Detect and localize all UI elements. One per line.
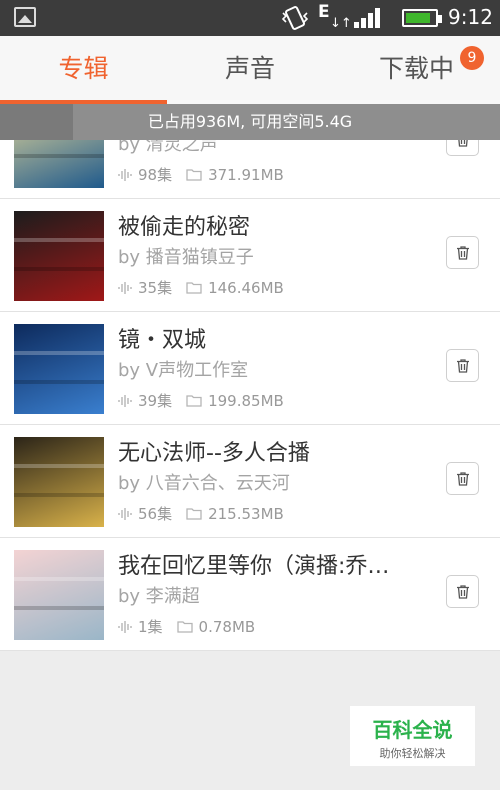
tab-sounds[interactable]: 声音 xyxy=(167,36,333,104)
storage-usage-bar: 已占用936M, 可用空间5.4G xyxy=(0,104,500,140)
episode-count: 1集 xyxy=(138,618,163,636)
clock: 9:12 xyxy=(448,5,493,29)
album-size: 199.85MB xyxy=(208,391,284,410)
delete-button[interactable] xyxy=(446,575,479,608)
audio-wave-icon xyxy=(118,394,132,407)
audio-wave-icon xyxy=(118,620,132,633)
album-row[interactable]: 无心法师--多人合播 by 八音六合、云天河 56集 215.53MB xyxy=(0,425,500,538)
album-author: by 李满超 xyxy=(118,586,200,607)
vibrate-icon xyxy=(281,6,309,30)
album-size: 215.53MB xyxy=(208,504,284,523)
tab-label: 专辑 xyxy=(58,54,109,83)
tab-label: 声音 xyxy=(224,54,275,83)
storage-text: 已占用936M, 可用空间5.4G xyxy=(147,112,353,131)
delete-button[interactable] xyxy=(446,462,479,495)
album-meta: 1集 0.78MB xyxy=(118,616,255,637)
album-row[interactable]: 镜・双城 by V声物工作室 39集 199.85MB xyxy=(0,312,500,425)
album-row[interactable]: 被偷走的秘密 by 播音猫镇豆子 35集 146.46MB xyxy=(0,199,500,312)
album-cover[interactable] xyxy=(14,324,104,414)
delete-button[interactable] xyxy=(446,349,479,382)
episode-count: 98集 xyxy=(138,166,173,184)
album-size: 371.91MB xyxy=(208,165,284,184)
tab-bar: 专辑 声音 下载中 xyxy=(0,36,500,104)
watermark-title: 百科全说 xyxy=(372,718,453,742)
network-activity-icon: ↓↑ xyxy=(330,16,352,31)
tab-label: 下载中 xyxy=(378,54,454,83)
album-meta: 39集 199.85MB xyxy=(118,390,284,411)
album-size: 146.46MB xyxy=(208,278,284,297)
album-meta: 35集 146.46MB xyxy=(118,277,284,298)
album-cover[interactable] xyxy=(14,437,104,527)
download-count-badge: 9 xyxy=(460,46,484,70)
album-title: 我在回忆里等你（演播:乔… xyxy=(118,554,390,579)
album-author: by 播音猫镇豆子 xyxy=(118,247,254,268)
episode-count: 56集 xyxy=(138,505,173,523)
gallery-icon xyxy=(14,7,36,27)
watermark-subtitle: 助你轻松解决 xyxy=(379,747,446,760)
audio-wave-icon xyxy=(118,507,132,520)
album-size: 0.78MB xyxy=(198,617,256,636)
watermark-logo: 百科全说 助你轻松解决 xyxy=(350,706,475,766)
audio-wave-icon xyxy=(118,168,132,181)
album-list[interactable]: by 清灵之声 98集 371.91MB 被偷走的秘密 by 播音猫镇豆子 35集 146.… xyxy=(0,88,500,656)
album-cover[interactable] xyxy=(14,211,104,301)
album-title: 被偷走的秘密 xyxy=(118,215,251,240)
album-author: by 八音六合、云天河 xyxy=(118,473,290,494)
battery-icon xyxy=(402,9,442,27)
album-meta: 98集 371.91MB xyxy=(118,164,284,185)
album-title: 无心法师--多人合播 xyxy=(118,441,310,466)
album-meta: 56集 215.53MB xyxy=(118,503,284,524)
folder-icon xyxy=(186,395,202,407)
album-cover[interactable] xyxy=(14,550,104,640)
album-row[interactable]: 我在回忆里等你（演播:乔… by 李满超 1集 0.78MB xyxy=(0,538,500,651)
folder-icon xyxy=(186,169,202,181)
episode-count: 35集 xyxy=(138,279,173,297)
folder-icon xyxy=(186,282,202,294)
status-bar: E ↓↑ 9:12 xyxy=(0,0,500,36)
episode-count: 39集 xyxy=(138,392,173,410)
folder-icon xyxy=(186,508,202,520)
folder-icon xyxy=(176,621,193,633)
delete-button[interactable] xyxy=(446,236,479,269)
album-author: by V声物工作室 xyxy=(118,360,249,381)
network-type: E xyxy=(318,2,330,22)
album-title: 镜・双城 xyxy=(118,328,207,353)
battery-level xyxy=(406,13,430,23)
audio-wave-icon xyxy=(118,281,132,294)
tab-albums[interactable]: 专辑 xyxy=(0,36,167,104)
signal-icon xyxy=(354,8,384,28)
